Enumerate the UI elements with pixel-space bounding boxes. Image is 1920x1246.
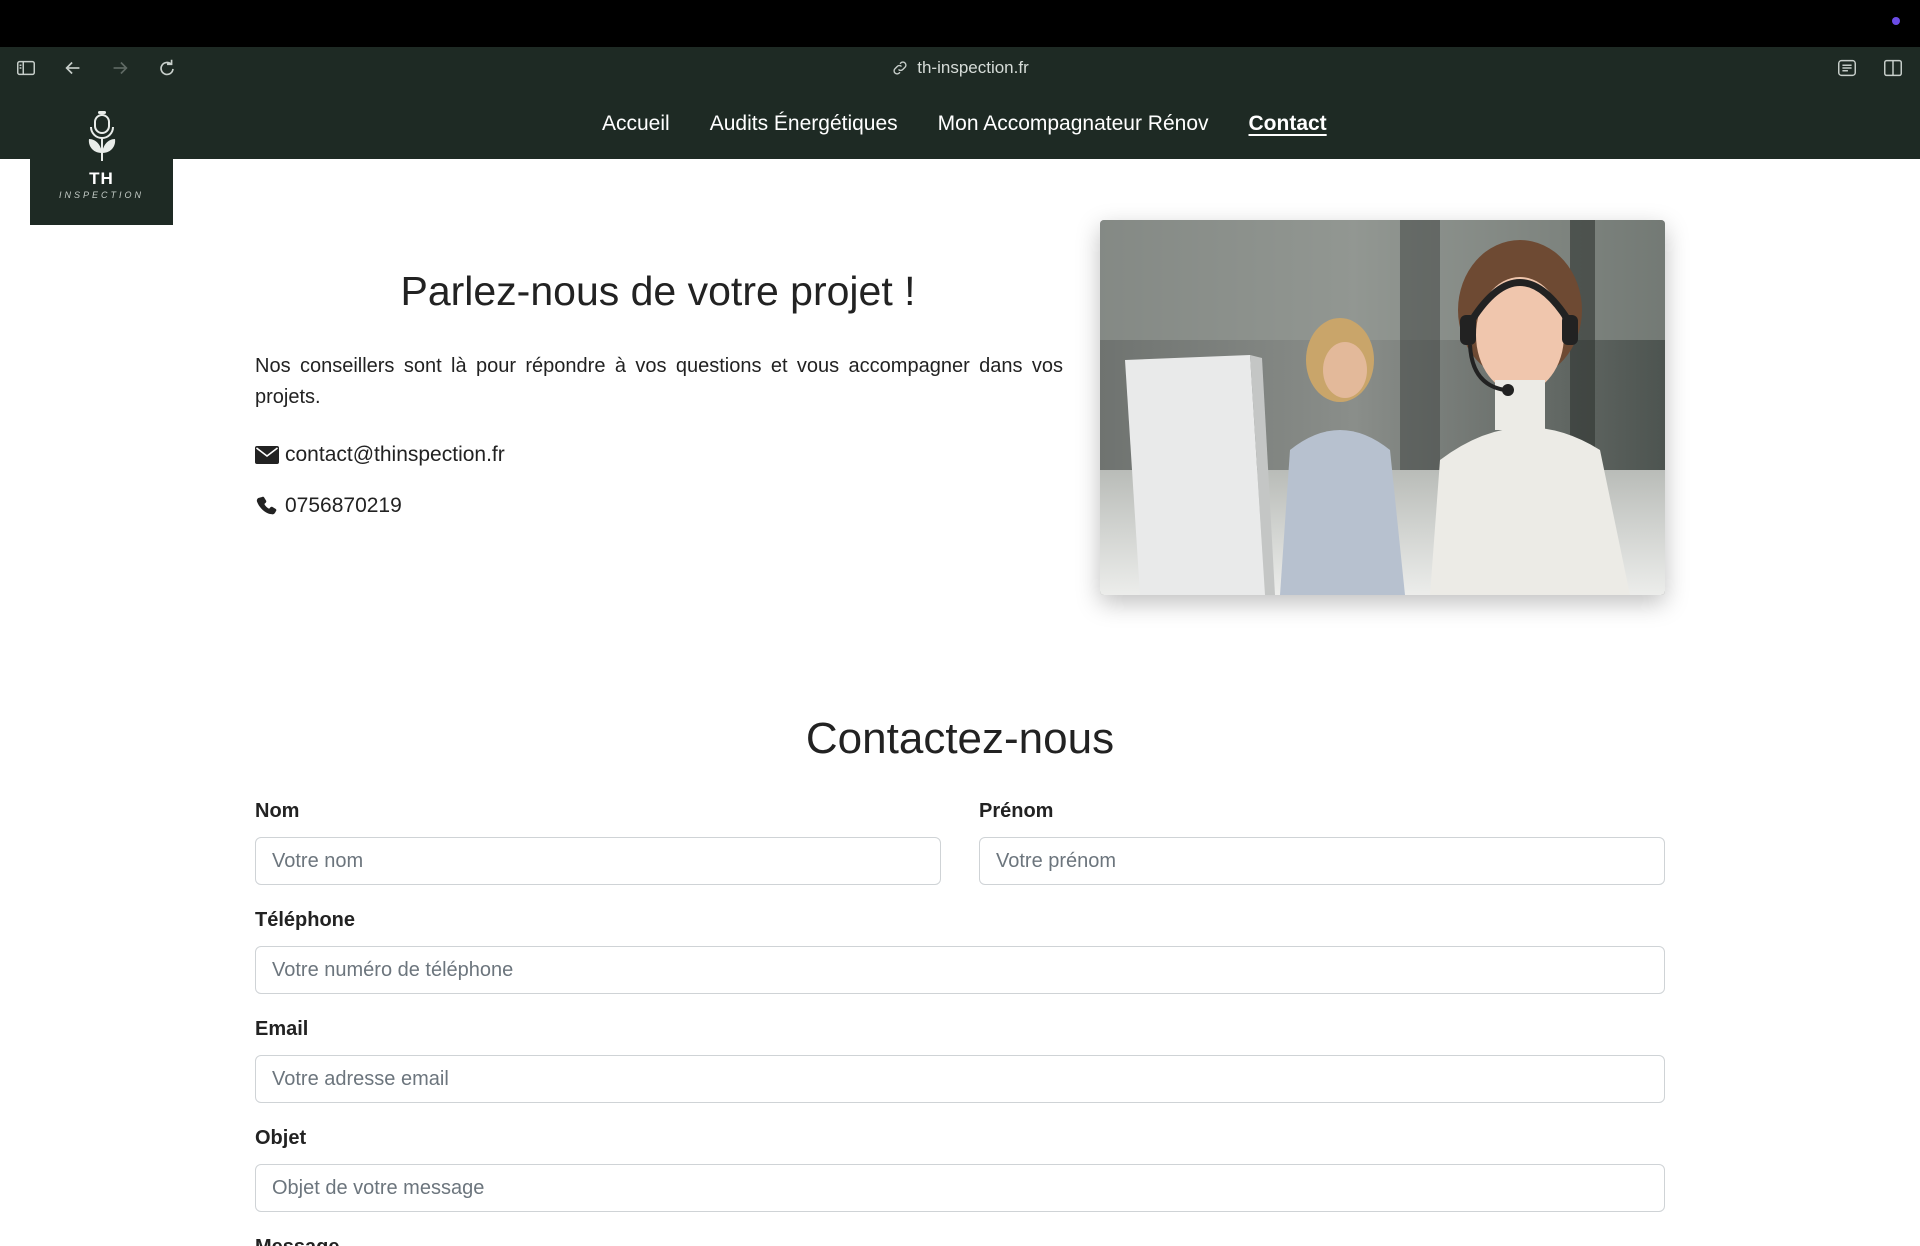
nom-input[interactable] <box>255 837 941 885</box>
nav-item-contact[interactable]: Contact <box>1249 112 1327 136</box>
link-icon <box>893 61 907 75</box>
telephone-input[interactable] <box>255 946 1665 994</box>
form-title: Contactez-nous <box>805 714 1115 763</box>
nav-item-accueil[interactable]: Accueil <box>602 112 670 136</box>
contact-phone[interactable]: 0756870219 <box>255 494 402 518</box>
prenom-label: Prénom <box>979 800 1054 822</box>
url-text: th-inspection.fr <box>917 58 1029 77</box>
address-bar[interactable]: th-inspection.fr <box>0 56 1920 80</box>
logo-mark-icon <box>88 111 115 161</box>
site-logo[interactable]: TH INSPECTION <box>30 89 173 225</box>
os-menu-bar <box>0 0 1920 47</box>
message-label: Message <box>255 1236 340 1246</box>
logo-title: TH <box>89 169 114 188</box>
envelope-icon <box>255 446 279 464</box>
page-title: Parlez-nous de votre projet ! <box>400 268 916 314</box>
contact-email-text: contact@thinspection.fr <box>285 443 505 466</box>
contact-phone-text: 0756870219 <box>285 494 402 517</box>
reader-icon[interactable] <box>1835 56 1859 80</box>
browser-toolbar: th-inspection.fr <box>0 47 1920 89</box>
email-label: Email <box>255 1018 309 1040</box>
hero-description: Nos conseillers sont là pour répondre à … <box>255 355 1063 408</box>
nom-label: Nom <box>255 800 300 822</box>
split-view-icon[interactable] <box>1881 56 1905 80</box>
contact-email[interactable]: contact@thinspection.fr <box>255 443 505 467</box>
nav-item-audits-energetiques[interactable]: Audits Énergétiques <box>710 112 898 136</box>
prenom-input[interactable] <box>979 837 1665 885</box>
objet-input[interactable] <box>255 1164 1665 1212</box>
logo-subtitle: INSPECTION <box>58 190 144 200</box>
status-dot <box>1892 17 1900 25</box>
email-input[interactable] <box>255 1055 1665 1103</box>
objet-label: Objet <box>255 1127 307 1149</box>
phone-icon <box>256 496 277 515</box>
hero-photo <box>1100 220 1665 595</box>
telephone-label: Téléphone <box>255 909 356 931</box>
main-nav: Accueil Audits Énergétiques Mon Accompag… <box>0 89 1920 159</box>
nav-item-mon-accompagnateur-renov[interactable]: Mon Accompagnateur Rénov <box>938 112 1209 136</box>
